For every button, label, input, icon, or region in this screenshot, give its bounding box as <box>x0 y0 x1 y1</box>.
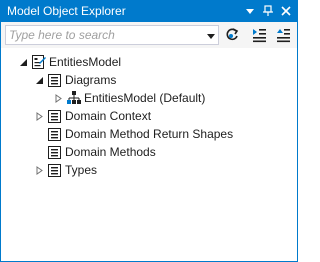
tree-item-domain-context[interactable]: Domain Context <box>33 107 151 125</box>
diagram-icon <box>66 90 82 106</box>
search-dropdown-icon[interactable] <box>206 30 216 40</box>
tree-item-label: Domain Context <box>65 109 152 123</box>
search-box <box>5 25 219 45</box>
toolbar <box>1 22 297 48</box>
folder-icon <box>47 108 63 124</box>
model-icon <box>31 54 47 70</box>
tree-item-label: Domain Methods <box>65 145 156 159</box>
tree-item-diagrams[interactable]: Diagrams <box>33 71 116 89</box>
collapse-arrow-icon[interactable] <box>17 56 29 68</box>
auto-hide-pin-icon[interactable] <box>260 3 276 19</box>
title-bar: Model Object Explorer <box>1 1 297 22</box>
tree-item-diagram-entities-model-default[interactable]: EntitiesModel (Default) <box>52 89 205 107</box>
refresh-search-icon[interactable] <box>223 26 241 44</box>
tree-item-label: EntitiesModel <box>49 55 122 69</box>
expand-all-icon[interactable] <box>250 26 268 44</box>
model-tree: EntitiesModel Diagrams EntitiesModel (De… <box>1 48 297 261</box>
folder-icon <box>47 72 63 88</box>
tree-item-types[interactable]: Types <box>33 161 97 179</box>
expand-arrow-icon[interactable] <box>52 92 64 104</box>
folder-icon <box>47 162 63 178</box>
collapse-all-icon[interactable] <box>274 26 292 44</box>
tree-item-label: EntitiesModel (Default) <box>84 91 206 105</box>
folder-icon <box>47 144 63 160</box>
model-object-explorer-panel: Model Object Explorer Type here to searc… <box>0 0 298 262</box>
tree-item-domain-methods[interactable]: Domain Methods <box>47 143 156 161</box>
tree-item-label: Types <box>65 163 98 177</box>
tree-item-label: Domain Method Return Shapes <box>65 127 234 141</box>
tree-item-label: Diagrams <box>65 73 117 87</box>
close-icon[interactable] <box>278 3 294 19</box>
expand-arrow-icon[interactable] <box>33 164 45 176</box>
window-position-dropdown-icon[interactable] <box>242 3 258 19</box>
panel-title: Model Object Explorer <box>7 4 126 18</box>
tree-item-entities-model[interactable]: EntitiesModel <box>17 53 121 71</box>
search-input[interactable] <box>6 26 202 44</box>
folder-icon <box>47 126 63 142</box>
expand-arrow-icon[interactable] <box>33 110 45 122</box>
collapse-arrow-icon[interactable] <box>33 74 45 86</box>
tree-item-domain-method-return-shapes[interactable]: Domain Method Return Shapes <box>47 125 233 143</box>
